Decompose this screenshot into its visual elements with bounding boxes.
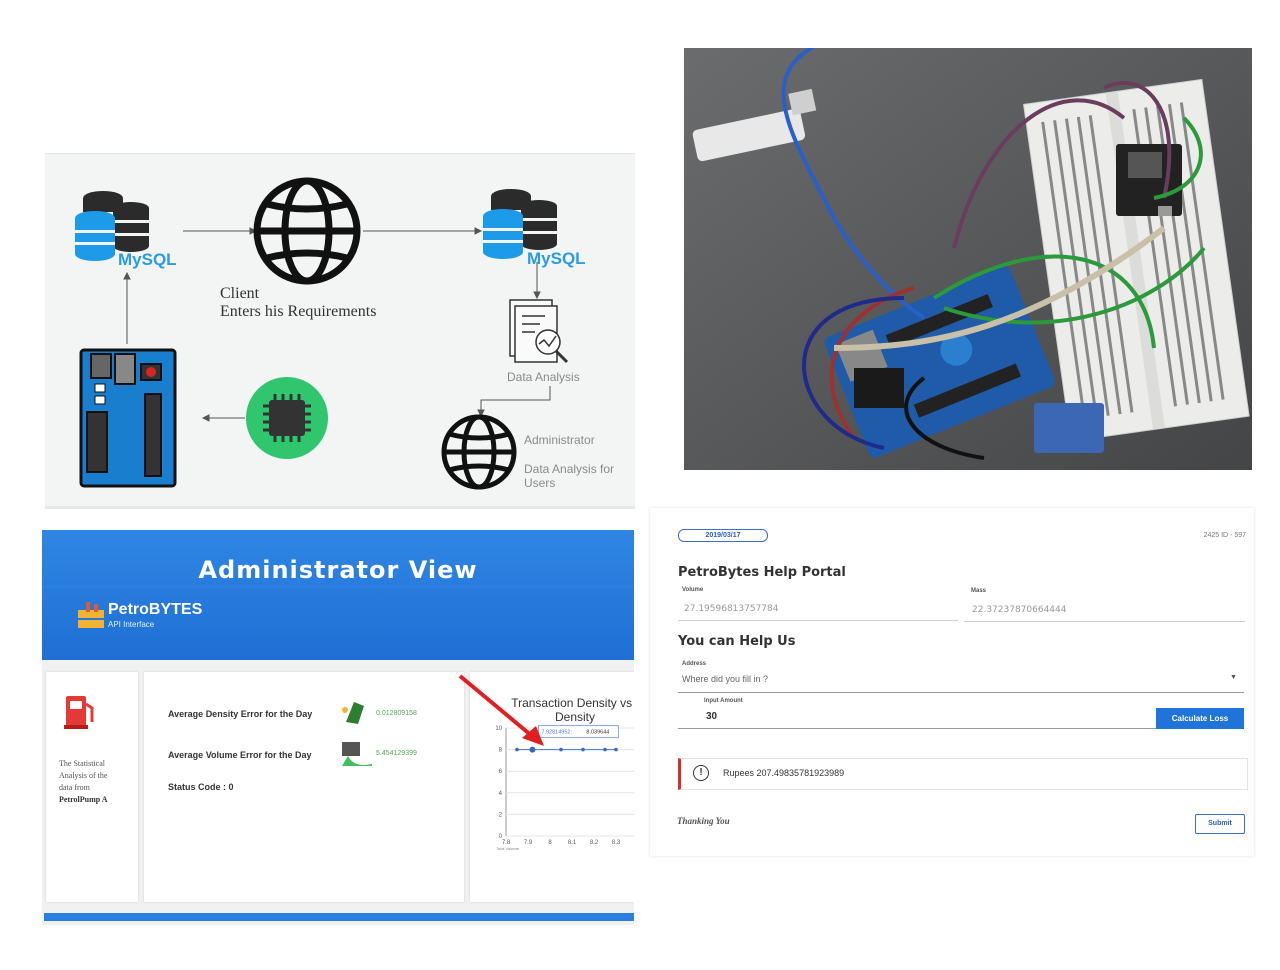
help-section-title: You can Help Us bbox=[678, 634, 796, 649]
hardware-photo-illustration bbox=[684, 48, 1252, 470]
mysql-label: MySQL bbox=[527, 249, 586, 268]
brand-logo[interactable]: PetroBYTES API Interface bbox=[76, 600, 296, 634]
power-jack bbox=[854, 368, 904, 408]
analysis-users-label: Users bbox=[524, 476, 556, 490]
chevron-down-icon[interactable]: ▼ bbox=[1230, 674, 1237, 681]
x-tick-label: 8 bbox=[548, 840, 552, 846]
y-tick-label: 10 bbox=[495, 726, 502, 732]
admin-header: Administrator View PetroBYTES API Interf… bbox=[42, 530, 634, 660]
portal-title: PetroBytes Help Portal bbox=[678, 565, 846, 580]
data-point bbox=[515, 747, 519, 752]
client-label: Client bbox=[220, 285, 260, 302]
data-point bbox=[603, 747, 607, 752]
page-title: Administrator View bbox=[198, 556, 478, 584]
thanks-text: Thanking You bbox=[677, 816, 730, 826]
analysis-users-label: Data Analysis for bbox=[524, 462, 615, 476]
address-underline bbox=[678, 692, 1244, 693]
fuel-nozzle-icon bbox=[342, 702, 364, 724]
info-icon: ! bbox=[693, 765, 709, 781]
x-tick-label: 8.3 bbox=[612, 840, 621, 846]
brand-name: PetroBYTES bbox=[108, 601, 203, 618]
petrol-pump-logo-icon bbox=[78, 602, 104, 628]
volume-label: Volume bbox=[682, 587, 704, 593]
volume-underline bbox=[678, 620, 958, 621]
amount-input-container[interactable]: Input Amount 30 bbox=[678, 696, 1156, 729]
tooltip-y-value: 8.039644 bbox=[586, 730, 609, 736]
administrator-label: Administrator bbox=[524, 433, 595, 447]
chart-title: Transaction Density vs I Density bbox=[511, 696, 634, 724]
statistics-summary-card: The Statistical Analysis of the data fro… bbox=[46, 672, 138, 902]
volume-error-value: 5.454129399 bbox=[376, 750, 417, 757]
fuel-pump-icon bbox=[64, 696, 94, 729]
statistics-description: The Statistical Analysis of the data fro… bbox=[59, 759, 108, 804]
data-point bbox=[559, 747, 563, 752]
density-chart-card: 0 2 4 6 8 10 7.8 7.9 8 8.1 8.2 8.3 Total Volume 7.928… bbox=[470, 672, 634, 902]
mass-field[interactable]: 22.37237870664444 bbox=[972, 605, 1066, 615]
x-tick-label: 8.2 bbox=[590, 840, 599, 846]
admin-footer-bar bbox=[44, 913, 634, 921]
result-alert: ! Rupees 207.49835781923989 bbox=[678, 758, 1248, 790]
volume-field[interactable]: 27.19596813757784 bbox=[684, 604, 778, 614]
administrator-view-panel: Administrator View PetroBYTES API Interf… bbox=[42, 530, 634, 925]
arrow-analysis-to-admin bbox=[480, 386, 551, 410]
hardware-photo bbox=[684, 48, 1252, 470]
address-label: Address bbox=[682, 661, 707, 667]
globe-icon bbox=[441, 414, 517, 490]
data-point bbox=[581, 747, 585, 752]
mass-underline bbox=[964, 621, 1245, 622]
error-metrics-card: Average Density Error for the Day 0.0128… bbox=[144, 672, 464, 902]
volume-error-label: Average Volume Error for the Day bbox=[168, 750, 312, 760]
diagram-canvas bbox=[75, 177, 569, 490]
density-error-value: 0.012809158 bbox=[376, 710, 417, 717]
sensor-module bbox=[1034, 403, 1104, 453]
nodemcu-board bbox=[1116, 144, 1182, 216]
chip-icon bbox=[246, 377, 328, 459]
x-axis-label: Total Volume bbox=[496, 846, 520, 851]
help-portal-form: 2019/03/17 2425 ID - 597 PetroBytes Help… bbox=[650, 508, 1254, 856]
data-analysis-label: Data Analysis bbox=[507, 370, 580, 384]
arduino-board-icon bbox=[79, 348, 177, 488]
x-tick-label: 8.1 bbox=[568, 840, 577, 846]
data-point bbox=[614, 747, 618, 752]
client-requirements-label: Enters his Requirements bbox=[220, 303, 377, 320]
y-tick-label: 6 bbox=[499, 769, 503, 775]
amount-label: Input Amount bbox=[704, 698, 743, 704]
data-point bbox=[529, 746, 536, 753]
globe-icon bbox=[253, 177, 361, 285]
status-code: Status Code : 0 bbox=[168, 782, 234, 792]
brand-subtitle: API Interface bbox=[108, 620, 155, 629]
address-select[interactable]: Where did you fill in ? bbox=[682, 674, 768, 684]
x-tick-label: 7.9 bbox=[524, 840, 533, 846]
density-error-label: Average Density Error for the Day bbox=[168, 709, 313, 719]
y-tick-label: 8 bbox=[499, 748, 503, 754]
architecture-diagram: MySQL MySQL Client Enters his Requiremen… bbox=[45, 153, 635, 509]
header-divider bbox=[42, 585, 634, 588]
submit-button[interactable]: Submit bbox=[1195, 814, 1245, 834]
result-text: Rupees 207.49835781923989 bbox=[723, 768, 845, 778]
calculate-loss-button[interactable]: Calculate Loss bbox=[1156, 708, 1244, 729]
header-id: 2425 ID - 597 bbox=[1203, 532, 1246, 539]
data-analysis-icon bbox=[509, 299, 569, 364]
fuel-spill-icon bbox=[342, 742, 372, 766]
amount-input[interactable]: 30 bbox=[706, 711, 717, 722]
y-tick-label: 2 bbox=[499, 812, 503, 818]
date-badge: 2019/03/17 bbox=[678, 529, 768, 542]
tooltip-x-value: 7.92814952: bbox=[541, 730, 572, 736]
mysql-label: MySQL bbox=[118, 250, 177, 269]
mass-label: Mass bbox=[971, 588, 987, 594]
y-tick-label: 4 bbox=[499, 791, 503, 797]
